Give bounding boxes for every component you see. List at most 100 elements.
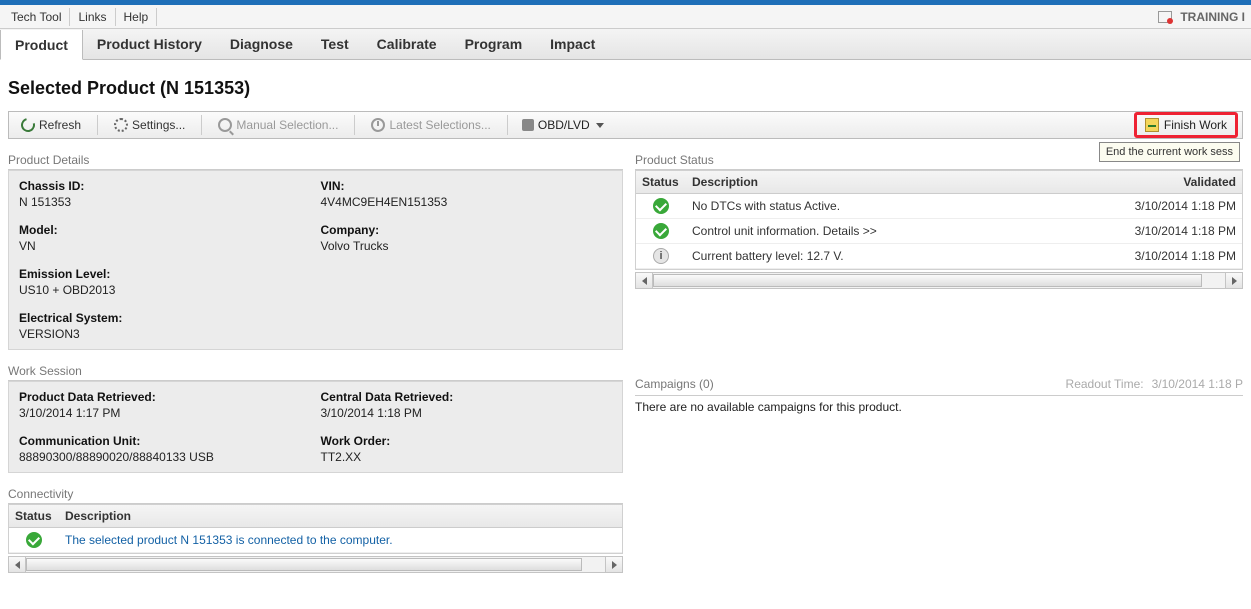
tab-calibrate[interactable]: Calibrate	[363, 29, 451, 59]
menu-techtool[interactable]: Tech Tool	[3, 8, 70, 26]
work-session-heading: Work Session	[8, 364, 623, 381]
scroll-left-button[interactable]	[636, 273, 653, 288]
toolbar-divider	[354, 115, 355, 135]
settings-label: Settings...	[132, 118, 185, 132]
arrow-left-icon	[642, 277, 647, 285]
electrical-value: VERSION3	[19, 327, 311, 341]
electrical-label: Electrical System:	[19, 311, 311, 325]
ok-icon	[653, 198, 669, 214]
settings-button[interactable]: Settings...	[106, 116, 193, 134]
toolbar-divider	[507, 115, 508, 135]
tab-impact[interactable]: Impact	[536, 29, 609, 59]
status-th-validated[interactable]: Validated	[1112, 171, 1242, 193]
status-validated: 3/10/2014 1:18 PM	[1112, 195, 1242, 217]
scroll-right-button[interactable]	[605, 557, 622, 572]
comm-unit-value: 88890300/88890020/88840133 USB	[19, 450, 311, 464]
toolbar-divider	[97, 115, 98, 135]
status-validated: 3/10/2014 1:18 PM	[1112, 245, 1242, 267]
status-desc: Current battery level: 12.7 V.	[686, 245, 1112, 267]
clock-icon	[371, 118, 385, 132]
vin-label: VIN:	[321, 179, 613, 193]
status-validated: 3/10/2014 1:18 PM	[1112, 220, 1242, 242]
gear-icon	[114, 118, 128, 132]
scroll-thumb[interactable]	[653, 274, 1202, 287]
info-icon: i	[653, 248, 669, 264]
chassis-value: N 151353	[19, 195, 311, 209]
tab-program[interactable]: Program	[451, 29, 537, 59]
main-tabbar: Product Product History Diagnose Test Ca…	[0, 29, 1251, 60]
status-row[interactable]: i Current battery level: 12.7 V. 3/10/20…	[636, 244, 1242, 269]
chassis-label: Chassis ID:	[19, 179, 311, 193]
status-row[interactable]: Control unit information. Details >> 3/1…	[636, 219, 1242, 244]
latest-label: Latest Selections...	[389, 118, 490, 132]
central-data-label: Central Data Retrieved:	[321, 390, 613, 404]
company-value: Volvo Trucks	[321, 239, 613, 253]
page-title: Selected Product (N 151353)	[8, 78, 1243, 99]
status-scrollbar[interactable]	[635, 272, 1243, 289]
campaigns-heading: Campaigns (0)	[635, 377, 714, 393]
emission-value: US10 + OBD2013	[19, 283, 311, 297]
status-th-status[interactable]: Status	[636, 171, 686, 193]
company-label: Company:	[321, 223, 613, 237]
connectivity-scrollbar[interactable]	[8, 556, 623, 573]
emission-label: Emission Level:	[19, 267, 311, 281]
finish-tooltip: End the current work sess	[1099, 142, 1240, 162]
product-data-value: 3/10/2014 1:17 PM	[19, 406, 311, 420]
status-desc: No DTCs with status Active.	[686, 195, 1112, 217]
conn-th-status[interactable]: Status	[9, 505, 59, 527]
vin-value: 4V4MC9EH4EN151353	[321, 195, 613, 209]
status-desc: Control unit information. Details >>	[686, 220, 1112, 242]
refresh-icon	[18, 115, 37, 134]
tab-product[interactable]: Product	[0, 30, 83, 60]
ok-icon	[653, 223, 669, 239]
manual-label: Manual Selection...	[236, 118, 338, 132]
scroll-right-button[interactable]	[1225, 273, 1242, 288]
connectivity-heading: Connectivity	[8, 487, 623, 504]
scroll-left-button[interactable]	[9, 557, 26, 572]
status-th-desc[interactable]: Description	[686, 171, 1112, 193]
product-data-label: Product Data Retrieved:	[19, 390, 311, 404]
refresh-label: Refresh	[39, 118, 81, 132]
model-value: VN	[19, 239, 311, 253]
toolbar-divider	[201, 115, 202, 135]
arrow-left-icon	[15, 561, 20, 569]
finish-work-button[interactable]: Finish Work	[1134, 112, 1238, 138]
search-icon	[218, 118, 232, 132]
ok-icon	[26, 532, 42, 548]
conn-th-desc[interactable]: Description	[59, 505, 622, 527]
mode-label: OBD/LVD	[538, 118, 590, 132]
mode-dropdown[interactable]: OBD/LVD	[516, 116, 610, 134]
toolbar: Refresh Settings... Manual Selection... …	[8, 111, 1243, 139]
work-order-label: Work Order:	[321, 434, 613, 448]
arrow-right-icon	[1232, 277, 1237, 285]
status-row[interactable]: No DTCs with status Active. 3/10/2014 1:…	[636, 194, 1242, 219]
product-details-heading: Product Details	[8, 153, 623, 170]
refresh-button[interactable]: Refresh	[13, 116, 89, 134]
connectivity-message[interactable]: The selected product N 151353 is connect…	[59, 529, 622, 551]
finish-icon	[1145, 118, 1159, 132]
menubar: Tech Tool Links Help TRAINING I	[0, 5, 1251, 29]
connectivity-row: The selected product N 151353 is connect…	[9, 528, 622, 553]
model-label: Model:	[19, 223, 311, 237]
connectivity-table: Status Description The selected product …	[8, 504, 623, 554]
tab-test[interactable]: Test	[307, 29, 363, 59]
product-details-box: Chassis ID: N 151353 VIN: 4V4MC9EH4EN15135…	[8, 170, 623, 350]
menu-help[interactable]: Help	[116, 8, 158, 26]
central-data-value: 3/10/2014 1:18 PM	[321, 406, 613, 420]
notification-icon[interactable]	[1158, 11, 1172, 23]
work-order-value: TT2.XX	[321, 450, 613, 464]
arrow-right-icon	[612, 561, 617, 569]
work-session-box: Product Data Retrieved: 3/10/2014 1:17 PM…	[8, 381, 623, 473]
chevron-down-icon	[596, 123, 604, 128]
manual-selection-button: Manual Selection...	[210, 116, 346, 134]
menu-links[interactable]: Links	[70, 8, 115, 26]
product-status-table: Status Description Validated No DTCs wit…	[635, 170, 1243, 270]
scroll-thumb[interactable]	[26, 558, 582, 571]
latest-selections-button: Latest Selections...	[363, 116, 498, 134]
readout-label: Readout Time:	[1066, 377, 1144, 391]
readout-value: 3/10/2014 1:18 P	[1152, 377, 1243, 391]
finish-label: Finish Work	[1164, 118, 1227, 132]
plug-icon	[522, 119, 534, 131]
tab-diagnose[interactable]: Diagnose	[216, 29, 307, 59]
tab-product-history[interactable]: Product History	[83, 29, 216, 59]
